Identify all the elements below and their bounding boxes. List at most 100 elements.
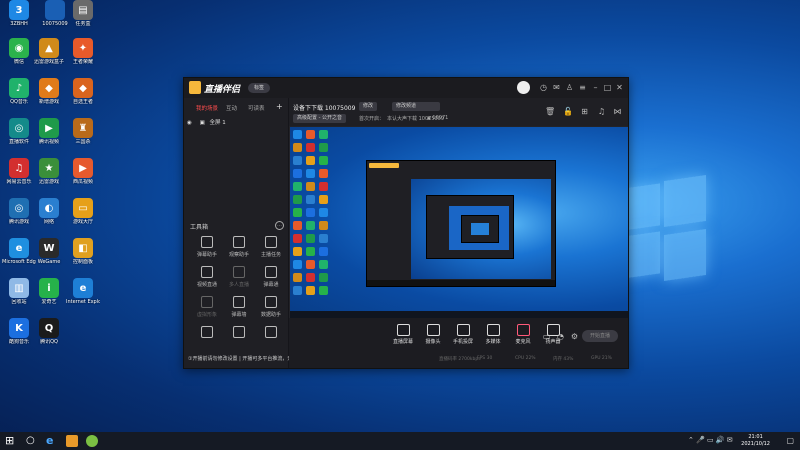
tool-item[interactable]: 弹幕通	[256, 266, 286, 288]
preview-icon	[306, 169, 315, 178]
tool-item[interactable]	[192, 326, 222, 341]
wechat-taskbar-icon[interactable]	[86, 435, 98, 447]
desktop-icon[interactable]: ♫ 网易云音乐	[2, 158, 36, 185]
desktop-icon[interactable]: ▤ 任务盒	[66, 0, 100, 27]
settings-icon[interactable]: ⚙	[570, 332, 579, 341]
tool-item[interactable]: 弹幕墙	[224, 296, 254, 318]
edit-title-button[interactable]: 修改	[359, 102, 378, 111]
edge-taskbar-icon[interactable]: e	[46, 435, 58, 447]
avatar[interactable]	[517, 81, 530, 94]
scene-item[interactable]: ◉ ▣ 全屏 1	[187, 118, 285, 128]
tool-item[interactable]: 数据助手	[256, 296, 286, 318]
stream-preview[interactable]	[290, 127, 628, 318]
desktop-icon[interactable]: ▲ 迅雷游戏盒子	[32, 38, 66, 65]
desktop-icon[interactable]: ▭ 游戏大厅	[66, 198, 100, 225]
tool-item[interactable]: 视频直通	[192, 266, 222, 288]
tool-item[interactable]: 多人直播	[224, 266, 254, 288]
tab-interact[interactable]: 互动	[226, 104, 237, 112]
preview-icon	[293, 286, 302, 295]
clock-icon[interactable]: ◷	[539, 83, 548, 92]
tool-item[interactable]	[256, 326, 286, 341]
source-button[interactable]: 摄像头	[419, 324, 447, 345]
clock[interactable]: 21:01 2021/10/12	[741, 434, 770, 448]
desktop-icon[interactable]: ◎ 腾讯游戏	[2, 198, 36, 225]
desktop-icon[interactable]: ▥ 回收站	[2, 278, 36, 305]
delete-icon[interactable]: 🗑	[545, 107, 555, 116]
maximize-icon[interactable]: □	[603, 83, 612, 92]
desktop-icon[interactable]: ▶ 腾讯视频	[32, 118, 66, 145]
tool-icon	[265, 236, 277, 248]
desktop-icon[interactable]: ♪ QQ音乐	[2, 78, 36, 105]
bell-icon[interactable]: ♫	[597, 107, 606, 116]
tool-icon	[201, 236, 213, 248]
preview-icon	[319, 234, 328, 243]
tool-icon	[233, 236, 245, 248]
tab-readable[interactable]: 可读表	[248, 104, 265, 112]
source-button[interactable]: 手机投屏	[449, 324, 477, 345]
share-icon[interactable]: ⋈	[613, 107, 622, 116]
notification-icon[interactable]: ▢	[786, 436, 794, 445]
lock-icon[interactable]: 🔓	[563, 107, 573, 116]
desktop-icon[interactable]: 3 3ZBHH	[2, 0, 36, 27]
shirt-icon[interactable]: ♙	[565, 83, 574, 92]
preview-icon	[306, 247, 315, 256]
camera-settings-icon[interactable]: ▭	[542, 332, 551, 341]
desktop-icon[interactable]: W WeGame	[32, 238, 66, 265]
app-icon: ◆	[39, 78, 59, 98]
app-icon: e	[73, 278, 93, 298]
desktop-icon-label: 新增游戏	[38, 99, 59, 105]
desktop-icon[interactable]: K 酷狗音乐	[2, 318, 36, 345]
desktop-icon[interactable]: ◧ 控制面板	[66, 238, 100, 265]
desktop-icon[interactable]: ◆ 新增游戏	[32, 78, 66, 105]
search-icon[interactable]: ○	[26, 435, 38, 447]
tool-item[interactable]: 主播任务	[256, 236, 286, 258]
source-button[interactable]: 麦克风	[509, 324, 537, 345]
version-pill[interactable]: 标签	[248, 83, 270, 93]
nested-level-3	[449, 206, 509, 250]
mail-icon[interactable]: ✉	[552, 83, 561, 92]
tab-scenes[interactable]: 我的场景	[196, 104, 218, 112]
tool-icon	[201, 266, 213, 278]
desktop-icon[interactable]: i 爱奇艺	[32, 278, 66, 305]
source-button[interactable]: 多媒体	[479, 324, 507, 345]
source-button[interactable]: 直播屏幕	[389, 324, 417, 345]
preview-icon	[293, 130, 302, 139]
start-button[interactable]: ⊞	[5, 435, 17, 447]
tool-item[interactable]: 弹幕助手	[192, 236, 222, 258]
tool-icon	[201, 296, 213, 308]
edit-channel-button[interactable]: 修改频道	[392, 102, 440, 111]
start-live-button[interactable]: 开始直播	[582, 330, 618, 342]
tool-item[interactable]: 虚拟形象	[192, 296, 222, 318]
desktop-icon-label: 迅雷游戏盒子	[33, 59, 64, 65]
tool-label: 主播任务	[260, 252, 281, 258]
eye-icon[interactable]: ◉	[187, 120, 192, 126]
minimize-icon[interactable]: –	[591, 83, 600, 92]
desktop-icon[interactable]: ◐ 网络	[32, 198, 66, 225]
live-app-taskbar-icon[interactable]	[66, 435, 78, 447]
close-icon[interactable]: ✕	[615, 83, 624, 92]
app-icon: ▥	[9, 278, 29, 298]
desktop-icon[interactable]: ✦ 王者荣耀	[66, 38, 100, 65]
desktop-icon[interactable]: ♜ 三国杀	[66, 118, 100, 145]
layout-icon[interactable]: ⊞	[580, 107, 589, 116]
menu-icon[interactable]: ≡	[578, 83, 587, 92]
tray-icons[interactable]: ⌃ 🎤 ▭ 🔊 ✉	[688, 436, 733, 444]
desktop-icon[interactable]: Q 腾讯QQ	[32, 318, 66, 345]
app-icon: ✦	[73, 38, 93, 58]
desktop-icon[interactable]: e Microsoft Edge	[2, 238, 36, 265]
add-scene-icon[interactable]: +	[276, 102, 283, 111]
source-label: 麦克风	[515, 339, 531, 345]
desktop-icon[interactable]: eInternet Explorer	[66, 278, 100, 305]
tool-item[interactable]	[224, 326, 254, 341]
tools-more-icon[interactable]: …	[275, 221, 284, 230]
clock-time: 21:01	[748, 434, 763, 440]
desktop-icon[interactable]: ▶ 西瓜视频	[66, 158, 100, 185]
preview-icon	[319, 156, 328, 165]
tool-item[interactable]: 观察助手	[224, 236, 254, 258]
desktop-icon[interactable]: ★ 迅雷游戏	[32, 158, 66, 185]
desktop-icon[interactable]: ◉ 微信	[2, 38, 36, 65]
timer-icon[interactable]: ◔	[556, 332, 565, 341]
category-chip[interactable]: 高级配置 - 公开之音	[293, 114, 346, 123]
desktop-icon[interactable]: ◎ 直播软件	[2, 118, 36, 145]
desktop-icon[interactable]: ◆ 自选王者	[66, 78, 100, 105]
